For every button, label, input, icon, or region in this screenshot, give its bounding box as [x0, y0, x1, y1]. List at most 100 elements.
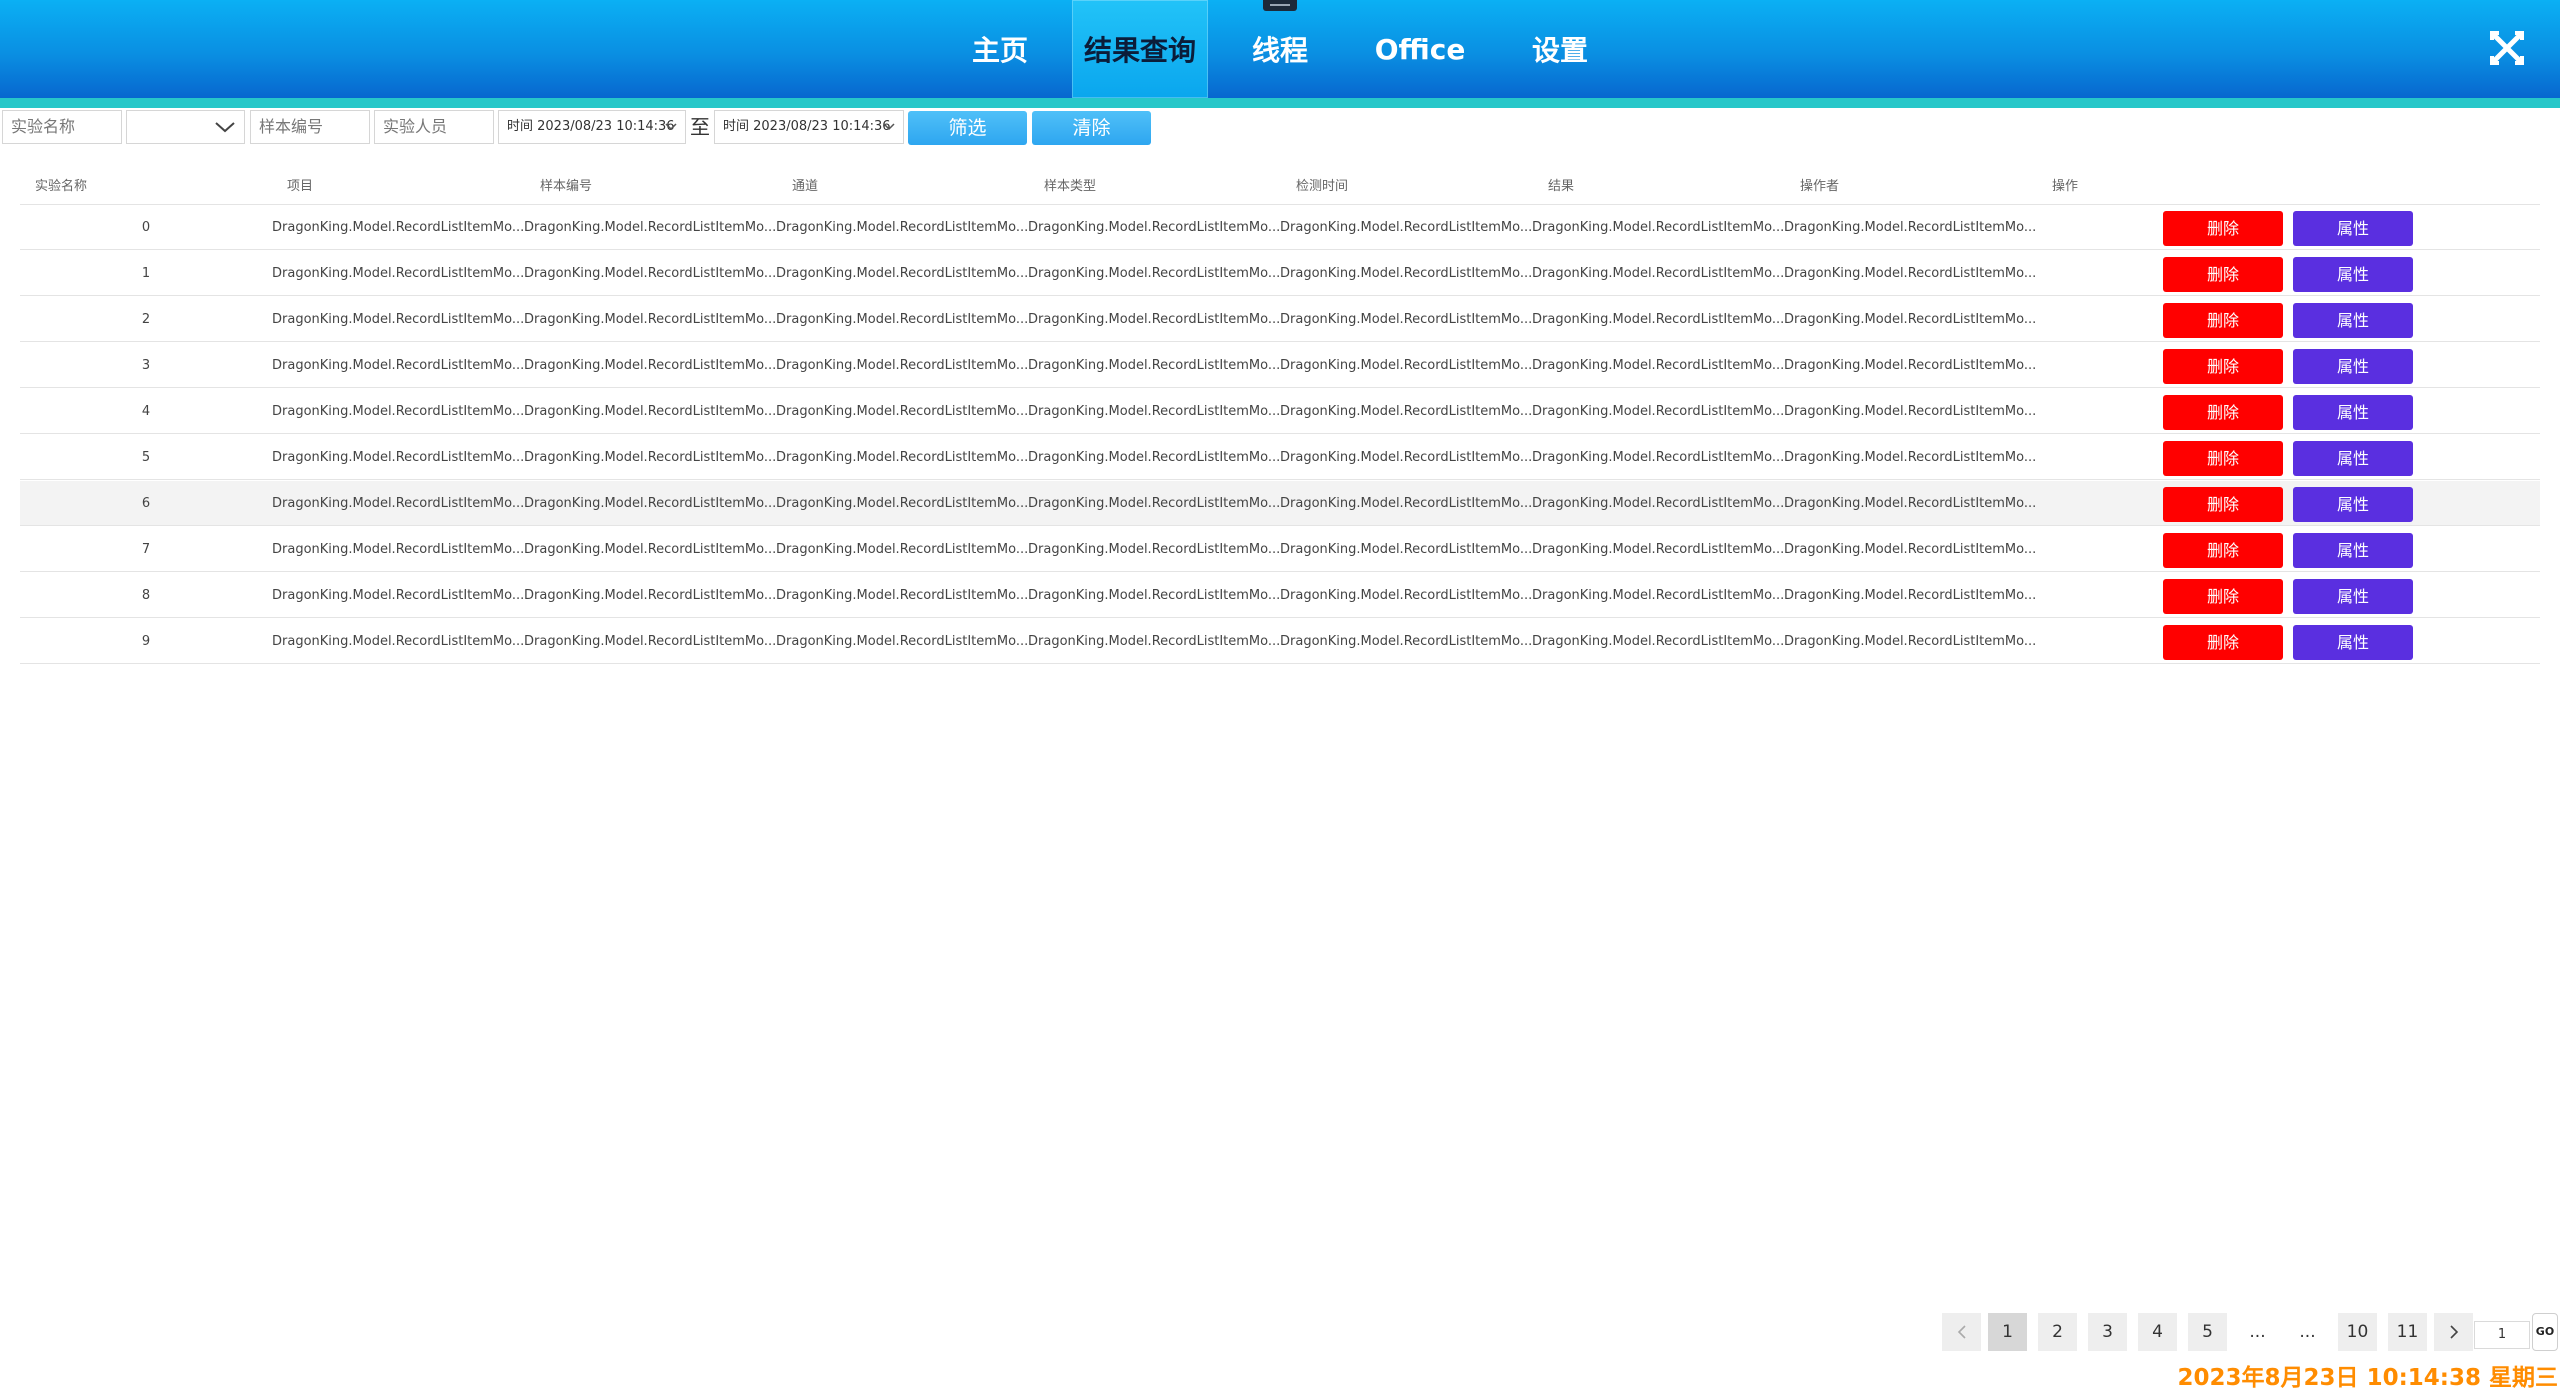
next-page-button[interactable] — [2434, 1313, 2473, 1351]
tab-office[interactable]: Office — [1360, 0, 1480, 98]
go-button[interactable]: GO — [2532, 1313, 2558, 1351]
table-cell: DragonKing.Model.RecordListItemMo... — [1028, 496, 1281, 511]
delete-button[interactable]: 删除 — [2163, 303, 2283, 338]
property-button[interactable]: 属性 — [2293, 257, 2413, 292]
table-row[interactable]: 8 DragonKing.Model.RecordListItemMo... Dra… — [20, 573, 2540, 618]
page-button-10[interactable]: 10 — [2338, 1313, 2377, 1351]
filter-button[interactable]: 筛选 — [908, 111, 1027, 145]
table-cell: DragonKing.Model.RecordListItemMo... — [1028, 220, 1281, 235]
tab-result-query[interactable]: 结果查询 — [1072, 0, 1208, 98]
datetime-status: 2023年8月23日 10:14:38 星期三 — [2177, 1365, 2558, 1391]
column-header: 检测时间 — [1296, 179, 1349, 194]
table-cell: DragonKing.Model.RecordListItemMo... — [776, 266, 1029, 281]
page-button-11[interactable]: 11 — [2388, 1313, 2427, 1351]
delete-button[interactable]: 删除 — [2163, 625, 2283, 660]
chevron-down-icon — [214, 111, 236, 143]
delete-button[interactable]: 删除 — [2163, 579, 2283, 614]
table-cell: DragonKing.Model.RecordListItemMo... — [524, 450, 777, 465]
tab-threads[interactable]: 线程 — [1230, 0, 1330, 98]
table-cell: DragonKing.Model.RecordListItemMo... — [272, 404, 525, 419]
page-ellipsis[interactable]: ... — [2238, 1313, 2277, 1351]
table-cell: DragonKing.Model.RecordListItemMo... — [776, 312, 1029, 327]
table-row[interactable]: 6 DragonKing.Model.RecordListItemMo... Dra… — [20, 481, 2540, 526]
table-cell: DragonKing.Model.RecordListItemMo... — [1280, 220, 1533, 235]
table-cell: DragonKing.Model.RecordListItemMo... — [776, 358, 1029, 373]
sample-number-input[interactable]: 样本编号 — [250, 110, 370, 144]
main-nav: 主页 结果查询 线程 Office 设置 — [0, 0, 2560, 98]
table-cell: DragonKing.Model.RecordListItemMo... — [1028, 542, 1281, 557]
page-button-2[interactable]: 2 — [2038, 1313, 2077, 1351]
filter-bar: 实验名称 样本编号 实验人员 时间 2023/08/23 10:14:36 至 … — [0, 110, 2560, 146]
prev-page-button[interactable] — [1942, 1313, 1981, 1351]
table-row[interactable]: 4 DragonKing.Model.RecordListItemMo... Dra… — [20, 389, 2540, 434]
table-cell: DragonKing.Model.RecordListItemMo... — [1784, 542, 2037, 557]
tab-home[interactable]: 主页 — [950, 0, 1050, 98]
table-row[interactable]: 3 DragonKing.Model.RecordListItemMo... Dra… — [20, 343, 2540, 388]
table-cell: DragonKing.Model.RecordListItemMo... — [272, 358, 525, 373]
table-row[interactable]: 1 DragonKing.Model.RecordListItemMo... Dra… — [20, 251, 2540, 296]
table-cell: DragonKing.Model.RecordListItemMo... — [1280, 450, 1533, 465]
page-button-5[interactable]: 5 — [2188, 1313, 2227, 1351]
clear-button[interactable]: 清除 — [1032, 111, 1151, 145]
table-cell: DragonKing.Model.RecordListItemMo... — [1532, 266, 1785, 281]
table-cell: DragonKing.Model.RecordListItemMo... — [1028, 404, 1281, 419]
table-cell: DragonKing.Model.RecordListItemMo... — [1028, 450, 1281, 465]
column-header: 实验名称 — [35, 179, 88, 194]
column-header: 通道 — [792, 179, 819, 194]
page-button-1[interactable]: 1 — [1988, 1313, 2027, 1351]
tab-settings[interactable]: 设置 — [1510, 0, 1610, 98]
table-row[interactable]: 5 DragonKing.Model.RecordListItemMo... Dra… — [20, 435, 2540, 480]
table-cell: DragonKing.Model.RecordListItemMo... — [1532, 496, 1785, 511]
table-cell: DragonKing.Model.RecordListItemMo... — [1532, 634, 1785, 649]
delete-button[interactable]: 删除 — [2163, 441, 2283, 476]
table-cell: DragonKing.Model.RecordListItemMo... — [524, 312, 777, 327]
page-button-3[interactable]: 3 — [2088, 1313, 2127, 1351]
property-button[interactable]: 属性 — [2293, 533, 2413, 568]
delete-button[interactable]: 删除 — [2163, 533, 2283, 568]
delete-button[interactable]: 删除 — [2163, 257, 2283, 292]
table-row[interactable]: 2 DragonKing.Model.RecordListItemMo... Dra… — [20, 297, 2540, 342]
table-row[interactable]: 9 DragonKing.Model.RecordListItemMo... Dra… — [20, 619, 2540, 664]
row-index: 6 — [141, 496, 151, 511]
row-index: 1 — [141, 266, 151, 281]
property-button[interactable]: 属性 — [2293, 579, 2413, 614]
close-button[interactable] — [2487, 28, 2527, 68]
start-datetime-value: 时间 2023/08/23 10:14:36 — [507, 119, 675, 134]
table-cell: DragonKing.Model.RecordListItemMo... — [1784, 404, 2037, 419]
to-label: 至 — [690, 115, 710, 139]
property-button[interactable]: 属性 — [2293, 625, 2413, 660]
operator-input[interactable]: 实验人员 — [374, 110, 494, 144]
delete-button[interactable]: 删除 — [2163, 349, 2283, 384]
delete-button[interactable]: 删除 — [2163, 487, 2283, 522]
property-button[interactable]: 属性 — [2293, 303, 2413, 338]
table-header: 实验名称 项目 样本编号 通道 样本类型 检测时间 结果 操作者 操作 — [0, 172, 2560, 202]
property-button[interactable]: 属性 — [2293, 487, 2413, 522]
table-cell: DragonKing.Model.RecordListItemMo... — [1784, 450, 2037, 465]
table-cell: DragonKing.Model.RecordListItemMo... — [524, 496, 777, 511]
table-cell: DragonKing.Model.RecordListItemMo... — [524, 588, 777, 603]
table-cell: DragonKing.Model.RecordListItemMo... — [776, 542, 1029, 557]
delete-button[interactable]: 删除 — [2163, 211, 2283, 246]
column-header: 操作者 — [1800, 179, 1840, 194]
table-row[interactable]: 7 DragonKing.Model.RecordListItemMo... Dra… — [20, 527, 2540, 572]
table-cell: DragonKing.Model.RecordListItemMo... — [1028, 358, 1281, 373]
table-cell: DragonKing.Model.RecordListItemMo... — [1532, 312, 1785, 327]
experiment-type-dropdown[interactable] — [126, 110, 245, 144]
table-row[interactable]: 0 DragonKing.Model.RecordListItemMo... Dra… — [20, 205, 2540, 250]
page-button-4[interactable]: 4 — [2138, 1313, 2177, 1351]
table-cell: DragonKing.Model.RecordListItemMo... — [1532, 542, 1785, 557]
property-button[interactable]: 属性 — [2293, 395, 2413, 430]
property-button[interactable]: 属性 — [2293, 441, 2413, 476]
start-datetime-picker[interactable]: 时间 2023/08/23 10:14:36 — [498, 110, 686, 144]
page-jump-input[interactable]: 1 — [2474, 1321, 2530, 1349]
table-cell: DragonKing.Model.RecordListItemMo... — [272, 450, 525, 465]
property-button[interactable]: 属性 — [2293, 211, 2413, 246]
page-ellipsis[interactable]: ... — [2288, 1313, 2327, 1351]
delete-button[interactable]: 删除 — [2163, 395, 2283, 430]
column-header: 样本类型 — [1044, 179, 1097, 194]
table-cell: DragonKing.Model.RecordListItemMo... — [1028, 588, 1281, 603]
end-datetime-picker[interactable]: 时间 2023/08/23 10:14:36 — [714, 110, 904, 144]
property-button[interactable]: 属性 — [2293, 349, 2413, 384]
chevron-right-icon — [2449, 1325, 2458, 1339]
experiment-name-input[interactable]: 实验名称 — [2, 110, 122, 144]
